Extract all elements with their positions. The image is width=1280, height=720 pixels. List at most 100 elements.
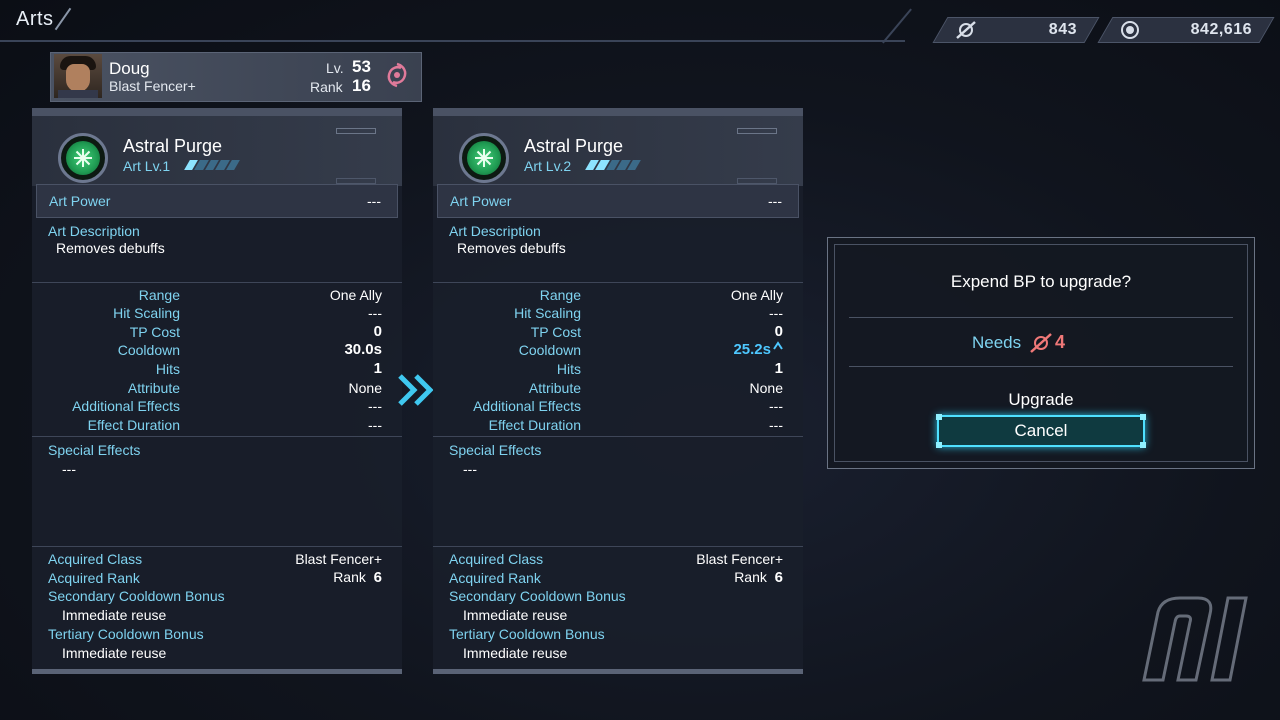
stat-label-hit-scaling: Hit Scaling [113,305,180,321]
stat-label-range: Range [138,287,180,303]
stat-value-hit-scaling: --- [769,305,783,321]
class-emblem-icon [387,62,407,88]
stat-label-effect-duration: Effect Duration [87,417,180,433]
top-divider [0,40,905,42]
stat-label-tp-cost: TP Cost [530,324,581,340]
tertiary-cooldown-value: Immediate reuse [62,645,167,661]
money-counter: 842,616 [1097,17,1275,43]
acquired-rank-number: 6 [373,569,382,586]
stat-label-tp-cost: TP Cost [129,324,180,340]
art-power-row: Art Power --- [437,184,799,218]
special-effects-label: Special Effects [449,442,542,458]
character-level: 53 [352,57,371,76]
stat-value-additional-effects: --- [769,398,783,414]
stat-label-range: Range [539,287,581,303]
stat-value-hits: 1 [774,360,783,377]
art-name: Astral Purge [123,136,223,156]
art-icon [58,133,108,183]
art-power-label: Art Power [450,193,512,209]
character-rank-label: Rank [310,79,343,95]
stat-value-additional-effects: --- [368,398,382,414]
stat-value-cooldown-improved: 25.2s [733,341,783,358]
tertiary-cooldown-label: Tertiary Cooldown Bonus [48,626,204,642]
stat-value-attribute: None [348,380,382,396]
stat-label-additional-effects: Additional Effects [72,398,180,414]
character-level-label: Lv. [326,60,344,76]
acquired-rank-prefix: Rank [333,569,366,585]
secondary-cooldown-label: Secondary Cooldown Bonus [449,588,626,604]
character-name: Doug [109,59,150,78]
stat-value-tp-cost: 0 [774,323,783,340]
secondary-cooldown-label: Secondary Cooldown Bonus [48,588,225,604]
stat-value-tp-cost: 0 [373,323,382,340]
bp-counter: 843 [932,17,1100,43]
stat-value-effect-duration: --- [769,417,783,433]
double-chevron-right-icon [398,374,434,406]
bp-icon [956,21,976,39]
watermark-logo [1142,596,1248,682]
stat-value-attribute: None [749,380,783,396]
secondary-cooldown-value: Immediate reuse [463,607,568,623]
acquired-class-value: Blast Fencer+ [295,551,382,567]
acquired-class-label: Acquired Class [48,551,143,567]
secondary-cooldown-value: Immediate reuse [62,607,167,623]
stat-value-range: One Ally [730,287,783,303]
acquired-rank-value: Rank 6 [734,569,783,586]
tertiary-cooldown-label: Tertiary Cooldown Bonus [449,626,605,642]
art-power-value: --- [367,193,381,209]
art-power-value: --- [768,193,782,209]
character-portrait [54,54,102,98]
needs-label: Needs [972,333,1022,352]
stat-label-hits: Hits [155,361,180,377]
art-description: Removes debuffs [457,240,566,256]
stat-label-cooldown: Cooldown [518,342,581,358]
upgraded-art-panel: Astral Purge Art Lv.2 Art Power --- Art … [433,108,803,674]
art-level: Art Lv.1 [123,158,171,174]
art-level-bar [184,160,240,170]
increase-arrow-icon [773,341,783,350]
acquired-rank-label: Acquired Rank [48,570,140,586]
special-effects-value: --- [463,461,477,477]
stat-value-hits: 1 [373,360,382,377]
acquired-rank-prefix: Rank [734,569,767,585]
special-effects-value: --- [62,461,76,477]
art-icon [459,133,509,183]
upgrade-button[interactable]: Upgrade [937,390,1145,410]
stat-label-attribute: Attribute [528,380,581,396]
stat-label-attribute: Attribute [127,380,180,396]
art-power-label: Art Power [49,193,111,209]
cancel-label: Cancel [1014,421,1068,440]
stat-label-additional-effects: Additional Effects [473,398,581,414]
bp-value: 843 [1048,21,1077,38]
current-art-panel: Astral Purge Art Lv.1 Art Power --- Art … [32,108,402,674]
acquired-rank-value: Rank 6 [333,569,382,586]
special-effects-label: Special Effects [48,442,141,458]
acquired-rank-number: 6 [774,569,783,586]
bp-icon [1030,333,1052,353]
art-name: Astral Purge [524,136,624,156]
screen-title: Arts [16,8,54,30]
stat-value-range: One Ally [329,287,382,303]
acquired-class-value: Blast Fencer+ [696,551,783,567]
needs-value: 4 [1055,332,1066,352]
stat-label-hits: Hits [556,361,581,377]
money-value: 842,616 [1190,21,1252,38]
character-class: Blast Fencer+ [109,78,196,94]
character-rank: 16 [352,76,371,95]
tertiary-cooldown-value: Immediate reuse [463,645,568,661]
dialog-divider [849,317,1233,318]
art-level-bar [585,160,641,170]
art-description: Removes debuffs [56,240,165,256]
stat-value-effect-duration: --- [368,417,382,433]
cancel-button[interactable]: Cancel [936,414,1146,448]
coin-icon [1121,21,1139,39]
art-description-label: Art Description [449,223,541,239]
art-power-row: Art Power --- [36,184,398,218]
acquired-class-label: Acquired Class [449,551,544,567]
stat-label-cooldown: Cooldown [117,342,180,358]
stat-value-cooldown: 30.0s [344,341,382,358]
stat-value-hit-scaling: --- [368,305,382,321]
dialog-divider [849,366,1233,367]
art-description-label: Art Description [48,223,140,239]
stat-label-hit-scaling: Hit Scaling [514,305,581,321]
